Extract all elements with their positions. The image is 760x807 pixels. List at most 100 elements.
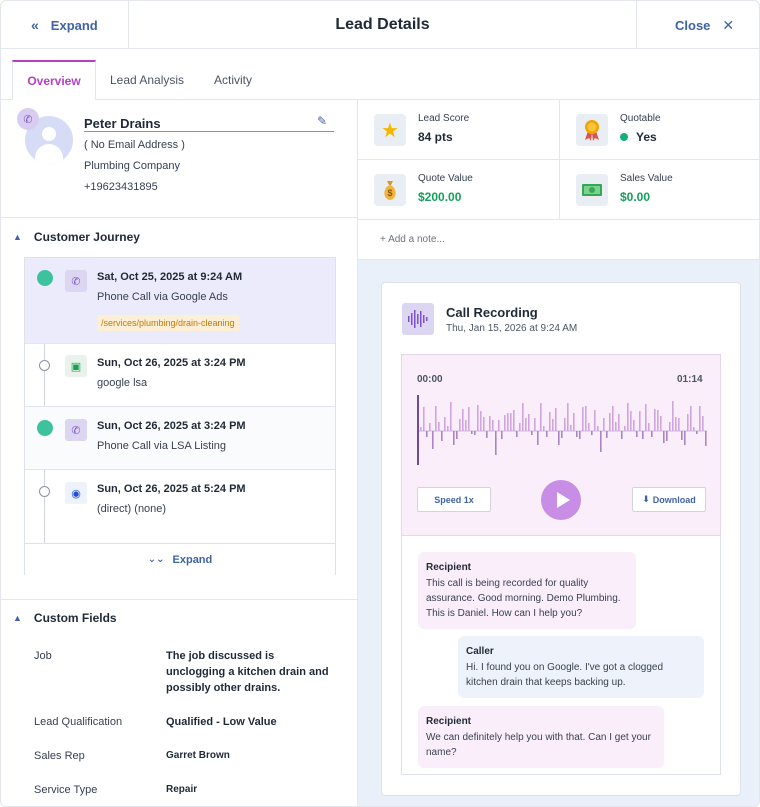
waveform-bar	[420, 427, 422, 431]
waveform-bar	[645, 404, 647, 431]
metrics-divider	[358, 159, 759, 160]
expand-button[interactable]: « Expand	[1, 1, 129, 49]
journey-date: Sat, Oct 25, 2025 at 9:24 AM	[97, 271, 243, 283]
waveform-bar	[468, 407, 470, 431]
journey-expand-button[interactable]: ⌄⌄ Expand	[25, 543, 335, 575]
waveform-bar	[447, 426, 449, 431]
double-chevron-left-icon: «	[31, 17, 39, 33]
waveform-bar	[486, 431, 488, 438]
download-icon: ⬇	[642, 494, 650, 504]
sales-value-amount: $0.00	[620, 190, 651, 204]
waveform-bar	[615, 422, 617, 431]
waveform-bar	[426, 431, 428, 437]
field-label-job: Job	[34, 650, 52, 662]
download-button[interactable]: ⬇ Download	[632, 487, 706, 512]
waveform-bar	[651, 431, 653, 437]
custom-fields-toggle[interactable]: ▲ Custom Fields	[13, 611, 117, 625]
playhead[interactable]	[417, 395, 419, 465]
double-chevron-down-icon: ⌄⌄	[147, 554, 165, 565]
waveform-bar	[510, 413, 512, 431]
waveform-bar	[693, 427, 695, 431]
journey-date: Sun, Oct 26, 2025 at 3:24 PM	[97, 420, 246, 432]
waveform-bar	[474, 431, 476, 435]
journey-source: (direct) (none)	[97, 503, 167, 515]
waveform-bar	[429, 423, 431, 431]
play-button[interactable]	[541, 480, 581, 520]
add-note-input[interactable]: + Add a note...	[358, 220, 759, 260]
time-total: 01:14	[677, 374, 703, 385]
journey-source: google lsa	[97, 377, 148, 389]
waveform-bar	[552, 419, 554, 431]
tab-overview[interactable]: Overview	[12, 60, 96, 101]
journey-item[interactable]: ▣ Sun, Oct 26, 2025 at 3:24 PM google ls…	[25, 344, 335, 407]
close-button[interactable]: Close ✕	[636, 1, 759, 49]
recording-title: Call Recording	[446, 305, 538, 320]
waveform-bar	[591, 431, 593, 435]
waveform-bar	[540, 403, 542, 431]
waveform-bar	[609, 413, 611, 431]
customer-journey-toggle[interactable]: ▲ Customer Journey	[13, 230, 140, 244]
sales-value-label: Sales Value	[620, 173, 673, 184]
waveform-bar	[528, 414, 530, 431]
waveform-bar	[519, 423, 521, 431]
contact-card: ✆ Peter Drains ✎ ( No Email Address ) Pl…	[1, 100, 358, 218]
waveform-bar	[627, 403, 629, 431]
timeline-dot	[39, 486, 50, 497]
waveform-bar	[465, 420, 467, 431]
journey-item[interactable]: ✆ Sat, Oct 25, 2025 at 9:24 AM Phone Cal…	[25, 258, 335, 344]
avatar-body	[35, 144, 63, 164]
quote-value-amount: $200.00	[418, 190, 462, 204]
waveform-bar	[453, 431, 455, 445]
tab-lead-analysis[interactable]: Lead Analysis	[101, 60, 193, 100]
waveform-bar	[597, 426, 599, 431]
journey-date: Sun, Oct 26, 2025 at 3:24 PM	[97, 357, 246, 369]
phone-icon: ✆	[17, 108, 39, 130]
panel-title: Lead Details	[335, 16, 430, 33]
quotable-text: Yes	[636, 130, 657, 144]
waveform-bar	[483, 417, 485, 431]
journey-item[interactable]: ✆ Sun, Oct 26, 2025 at 3:24 PM Phone Cal…	[25, 407, 335, 470]
lead-score-value: 84 pts	[418, 130, 453, 144]
waveform-bar	[567, 403, 569, 431]
waveform-bar	[618, 414, 620, 431]
waveform-bar	[477, 405, 479, 431]
call-recording-card: Call Recording Thu, Jan 15, 2026 at 9:24…	[381, 282, 741, 796]
journey-date: Sun, Oct 26, 2025 at 5:24 PM	[97, 483, 246, 495]
field-value-service-type: Repair	[166, 784, 198, 795]
contact-email: ( No Email Address )	[84, 139, 185, 151]
custom-fields-title: Custom Fields	[33, 611, 117, 625]
svg-text:$: $	[387, 188, 392, 198]
speed-button[interactable]: Speed 1x	[417, 487, 491, 512]
waveform-bar	[690, 406, 692, 431]
transcript-message: Caller Hi. I found you on Google. I've g…	[458, 636, 704, 698]
waveform-bar	[543, 426, 545, 431]
field-value-lead-qualification: Qualified - Low Value	[166, 716, 277, 728]
waveform-bar	[471, 431, 473, 434]
waveform-bar	[435, 406, 437, 431]
journey-item[interactable]: ◉ Sun, Oct 26, 2025 at 5:24 PM (direct) …	[25, 470, 335, 543]
message-text: This call is being recorded for quality …	[426, 578, 621, 619]
contact-name[interactable]: Peter Drains	[84, 116, 334, 132]
contact-phone: +19623431895	[84, 181, 158, 193]
waveform-bar	[633, 420, 635, 431]
waveform-bar	[612, 406, 614, 431]
tab-activity[interactable]: Activity	[201, 60, 265, 100]
waveform-bar	[678, 418, 680, 431]
expand-label: Expand	[50, 17, 98, 33]
waveform-bar	[432, 431, 434, 449]
waveform-bar	[522, 403, 524, 431]
customer-journey-timeline: ✆ Sat, Oct 25, 2025 at 9:24 AM Phone Cal…	[24, 257, 336, 575]
waveform-bar	[549, 412, 551, 431]
metric-lead-score: ★ Lead Score 84 pts	[358, 100, 559, 159]
left-column: ✆ Peter Drains ✎ ( No Email Address ) Pl…	[1, 100, 358, 806]
journey-source: Phone Call via Google Ads	[97, 291, 228, 303]
close-icon: ✕	[722, 16, 735, 33]
waveform-bar	[495, 431, 497, 455]
lead-score-label: Lead Score	[418, 113, 470, 124]
waveform-bar	[459, 419, 461, 431]
waveform-bar	[456, 431, 458, 439]
waveform-scrubber[interactable]	[417, 395, 707, 465]
pencil-icon[interactable]: ✎	[317, 114, 327, 128]
waveform-bar	[450, 402, 452, 431]
journey-path-tag: /services/plumbing/drain-cleaning	[97, 315, 239, 331]
